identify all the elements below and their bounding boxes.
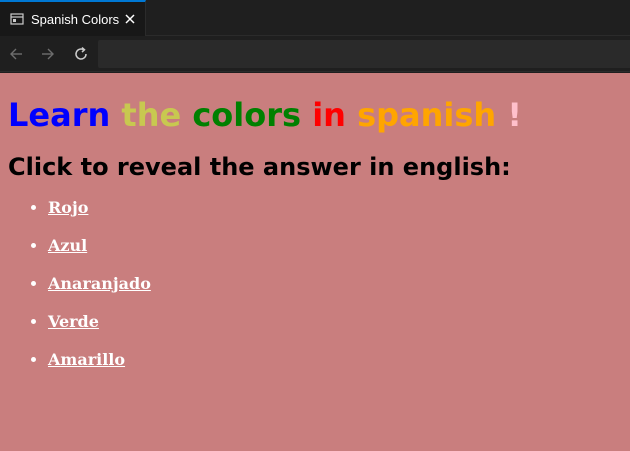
- instruction-subheading: Click to reveal the answer in english:: [8, 153, 511, 181]
- tab-spanish-colors[interactable]: Spanish Colors: [0, 0, 146, 36]
- navigation-bar: [0, 36, 630, 72]
- color-link-anaranjado[interactable]: Anaranjado: [48, 274, 151, 293]
- browser-window-icon: [10, 12, 24, 26]
- color-link-verde[interactable]: Verde: [48, 312, 99, 331]
- list-item: Verde: [48, 311, 622, 333]
- list-item: Azul: [48, 235, 622, 257]
- heading-exclamation: !: [507, 96, 522, 134]
- color-link-azul[interactable]: Azul: [48, 236, 87, 255]
- close-icon[interactable]: [123, 12, 137, 26]
- heading-word-spanish: spanish: [357, 96, 497, 134]
- arrow-right-icon[interactable]: [37, 43, 59, 65]
- color-link-rojo[interactable]: Rojo: [48, 198, 88, 217]
- list-item: Amarillo: [48, 349, 622, 371]
- reload-icon[interactable]: [70, 43, 92, 65]
- color-link-amarillo[interactable]: Amarillo: [48, 350, 125, 369]
- heading-word-in: in: [312, 96, 346, 134]
- arrow-left-icon[interactable]: [5, 43, 27, 65]
- tab-title: Spanish Colors: [31, 11, 120, 27]
- color-list: Rojo Azul Anaranjado Verde Amarillo: [8, 197, 622, 371]
- address-bar[interactable]: [98, 40, 630, 68]
- list-item: Anaranjado: [48, 273, 622, 295]
- heading-word-learn: Learn: [8, 96, 111, 134]
- heading-word-colors: colors: [192, 96, 302, 134]
- tab-strip: Spanish Colors: [0, 0, 630, 36]
- page-title: Learn the colors in spanish !: [8, 97, 622, 133]
- heading-word-the: the: [121, 96, 182, 134]
- list-item: Rojo: [48, 197, 622, 219]
- page-viewport: Learn the colors in spanish ! Click to r…: [0, 73, 630, 451]
